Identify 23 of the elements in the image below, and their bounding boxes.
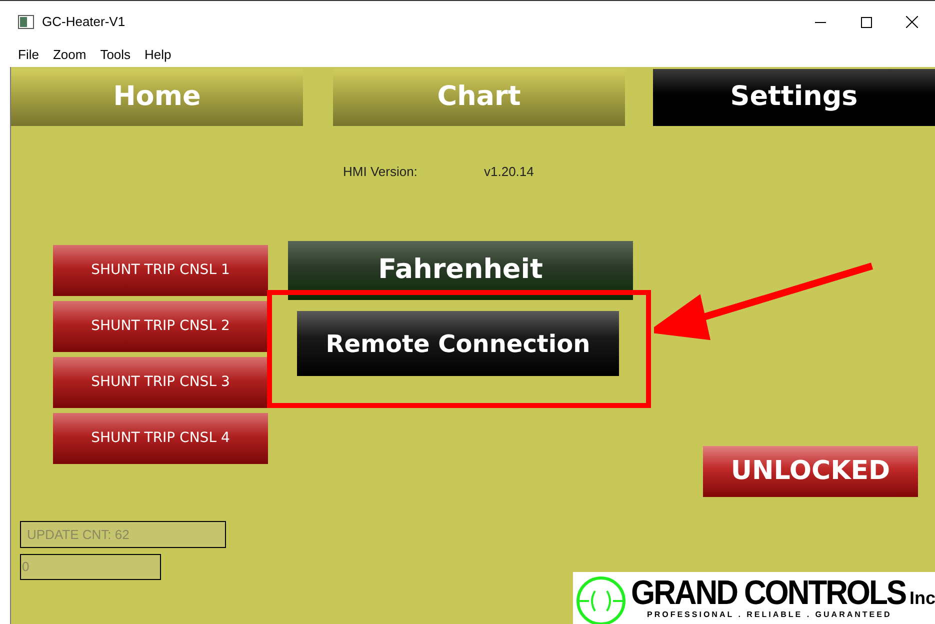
logo-tagline: PROFESSIONAL . RELIABLE . GUARANTEED — [647, 608, 893, 620]
maximize-icon — [860, 16, 872, 28]
value-field: 0 — [20, 554, 161, 580]
version-value: v1.20.14 — [484, 163, 534, 181]
shunt-trip-button[interactable]: SHUNT TRIP CNSL 3 — [53, 357, 268, 408]
close-icon — [906, 16, 918, 28]
update-count-field: UPDATE CNT: 62 — [20, 521, 226, 548]
menu-item[interactable]: Zoom — [52, 45, 86, 65]
menu-item[interactable]: Tools — [100, 45, 131, 65]
menu-item[interactable]: File — [18, 45, 39, 65]
app-icon — [18, 15, 34, 29]
unlocked-button[interactable]: UNLOCKED — [703, 446, 918, 497]
shunt-trip-button[interactable]: SHUNT TRIP CNSL 4 — [53, 413, 268, 464]
shunt-trip-button[interactable]: SHUNT TRIP CNSL 2 — [53, 301, 268, 352]
version-label: HMI Version: — [343, 163, 418, 181]
logo-suffix: Inc — [910, 586, 935, 608]
fahrenheit-button[interactable]: Fahrenheit — [288, 241, 633, 300]
window-title: GC-Heater-V1 — [42, 13, 126, 32]
shunt-trip-button[interactable]: SHUNT TRIP CNSL 1 — [53, 245, 268, 296]
menu-item[interactable]: Help — [144, 45, 172, 65]
logo-name: GRAND CONTROLS — [631, 574, 906, 610]
tab[interactable]: Settings — [653, 69, 935, 126]
remote-connection-button[interactable]: Remote Connection — [297, 311, 619, 376]
